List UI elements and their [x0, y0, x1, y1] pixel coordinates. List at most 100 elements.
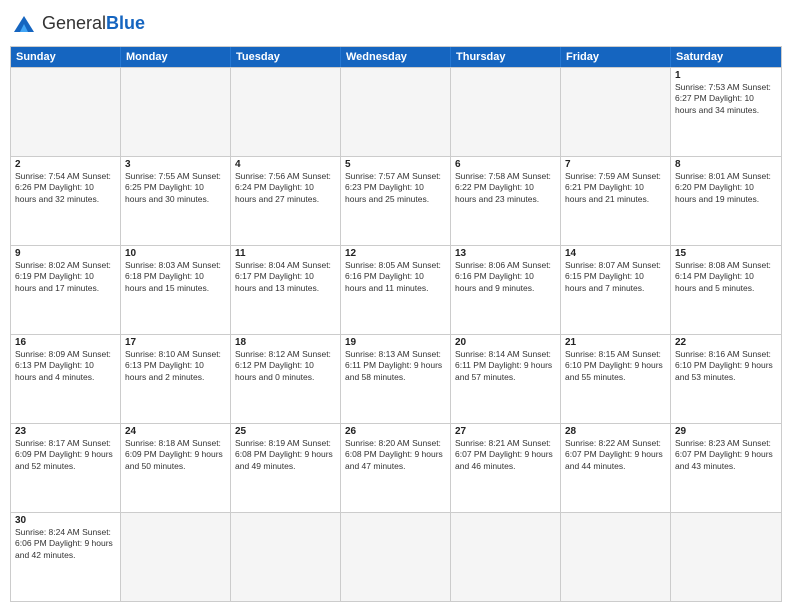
day-number: 27 — [455, 426, 556, 437]
day-number: 10 — [125, 248, 226, 259]
day-info: Sunrise: 8:09 AM Sunset: 6:13 PM Dayligh… — [15, 349, 116, 383]
calendar-row-2: 9Sunrise: 8:02 AM Sunset: 6:19 PM Daylig… — [11, 245, 781, 334]
day-info: Sunrise: 8:13 AM Sunset: 6:11 PM Dayligh… — [345, 349, 446, 383]
day-number: 19 — [345, 337, 446, 348]
calendar-row-4: 23Sunrise: 8:17 AM Sunset: 6:09 PM Dayli… — [11, 423, 781, 512]
calendar-cell: 4Sunrise: 7:56 AM Sunset: 6:24 PM Daylig… — [231, 157, 341, 245]
day-number: 1 — [675, 70, 777, 81]
calendar-cell: 6Sunrise: 7:58 AM Sunset: 6:22 PM Daylig… — [451, 157, 561, 245]
day-info: Sunrise: 8:08 AM Sunset: 6:14 PM Dayligh… — [675, 260, 777, 294]
day-info: Sunrise: 7:55 AM Sunset: 6:25 PM Dayligh… — [125, 171, 226, 205]
calendar-cell: 16Sunrise: 8:09 AM Sunset: 6:13 PM Dayli… — [11, 335, 121, 423]
logo: GeneralBlue — [10, 10, 145, 38]
weekday-header-tuesday: Tuesday — [231, 47, 341, 67]
day-number: 28 — [565, 426, 666, 437]
weekday-header-wednesday: Wednesday — [341, 47, 451, 67]
calendar-cell: 14Sunrise: 8:07 AM Sunset: 6:15 PM Dayli… — [561, 246, 671, 334]
day-info: Sunrise: 8:17 AM Sunset: 6:09 PM Dayligh… — [15, 438, 116, 472]
calendar-cell: 20Sunrise: 8:14 AM Sunset: 6:11 PM Dayli… — [451, 335, 561, 423]
calendar-header: SundayMondayTuesdayWednesdayThursdayFrid… — [11, 47, 781, 67]
day-number: 20 — [455, 337, 556, 348]
calendar-cell — [561, 68, 671, 156]
calendar-cell — [231, 68, 341, 156]
day-number: 24 — [125, 426, 226, 437]
logo-text: GeneralBlue — [42, 14, 145, 34]
day-info: Sunrise: 8:19 AM Sunset: 6:08 PM Dayligh… — [235, 438, 336, 472]
calendar-cell: 11Sunrise: 8:04 AM Sunset: 6:17 PM Dayli… — [231, 246, 341, 334]
weekday-header-thursday: Thursday — [451, 47, 561, 67]
calendar-row-0: 1Sunrise: 7:53 AM Sunset: 6:27 PM Daylig… — [11, 67, 781, 156]
day-info: Sunrise: 8:12 AM Sunset: 6:12 PM Dayligh… — [235, 349, 336, 383]
day-number: 29 — [675, 426, 777, 437]
day-info: Sunrise: 8:16 AM Sunset: 6:10 PM Dayligh… — [675, 349, 777, 383]
day-info: Sunrise: 8:20 AM Sunset: 6:08 PM Dayligh… — [345, 438, 446, 472]
calendar-cell: 29Sunrise: 8:23 AM Sunset: 6:07 PM Dayli… — [671, 424, 781, 512]
logo-blue: Blue — [106, 13, 145, 33]
header: GeneralBlue — [10, 10, 782, 38]
day-number: 17 — [125, 337, 226, 348]
calendar-row-3: 16Sunrise: 8:09 AM Sunset: 6:13 PM Dayli… — [11, 334, 781, 423]
day-number: 25 — [235, 426, 336, 437]
calendar-cell — [121, 68, 231, 156]
day-info: Sunrise: 8:03 AM Sunset: 6:18 PM Dayligh… — [125, 260, 226, 294]
day-info: Sunrise: 8:06 AM Sunset: 6:16 PM Dayligh… — [455, 260, 556, 294]
day-info: Sunrise: 7:56 AM Sunset: 6:24 PM Dayligh… — [235, 171, 336, 205]
calendar-cell: 7Sunrise: 7:59 AM Sunset: 6:21 PM Daylig… — [561, 157, 671, 245]
day-info: Sunrise: 8:07 AM Sunset: 6:15 PM Dayligh… — [565, 260, 666, 294]
calendar-cell: 1Sunrise: 7:53 AM Sunset: 6:27 PM Daylig… — [671, 68, 781, 156]
day-number: 22 — [675, 337, 777, 348]
calendar-cell: 23Sunrise: 8:17 AM Sunset: 6:09 PM Dayli… — [11, 424, 121, 512]
day-number: 26 — [345, 426, 446, 437]
day-number: 11 — [235, 248, 336, 259]
calendar: SundayMondayTuesdayWednesdayThursdayFrid… — [10, 46, 782, 602]
day-info: Sunrise: 8:01 AM Sunset: 6:20 PM Dayligh… — [675, 171, 777, 205]
day-number: 15 — [675, 248, 777, 259]
calendar-cell: 12Sunrise: 8:05 AM Sunset: 6:16 PM Dayli… — [341, 246, 451, 334]
calendar-cell: 25Sunrise: 8:19 AM Sunset: 6:08 PM Dayli… — [231, 424, 341, 512]
day-number: 3 — [125, 159, 226, 170]
day-number: 6 — [455, 159, 556, 170]
weekday-header-friday: Friday — [561, 47, 671, 67]
calendar-cell: 27Sunrise: 8:21 AM Sunset: 6:07 PM Dayli… — [451, 424, 561, 512]
day-number: 9 — [15, 248, 116, 259]
day-info: Sunrise: 8:15 AM Sunset: 6:10 PM Dayligh… — [565, 349, 666, 383]
calendar-cell — [451, 68, 561, 156]
day-info: Sunrise: 8:23 AM Sunset: 6:07 PM Dayligh… — [675, 438, 777, 472]
day-info: Sunrise: 8:04 AM Sunset: 6:17 PM Dayligh… — [235, 260, 336, 294]
day-number: 23 — [15, 426, 116, 437]
day-info: Sunrise: 8:02 AM Sunset: 6:19 PM Dayligh… — [15, 260, 116, 294]
calendar-cell: 30Sunrise: 8:24 AM Sunset: 6:06 PM Dayli… — [11, 513, 121, 601]
calendar-cell: 2Sunrise: 7:54 AM Sunset: 6:26 PM Daylig… — [11, 157, 121, 245]
calendar-cell: 22Sunrise: 8:16 AM Sunset: 6:10 PM Dayli… — [671, 335, 781, 423]
calendar-cell — [11, 68, 121, 156]
day-info: Sunrise: 8:14 AM Sunset: 6:11 PM Dayligh… — [455, 349, 556, 383]
day-number: 21 — [565, 337, 666, 348]
day-info: Sunrise: 8:10 AM Sunset: 6:13 PM Dayligh… — [125, 349, 226, 383]
day-info: Sunrise: 8:18 AM Sunset: 6:09 PM Dayligh… — [125, 438, 226, 472]
day-number: 14 — [565, 248, 666, 259]
day-info: Sunrise: 7:59 AM Sunset: 6:21 PM Dayligh… — [565, 171, 666, 205]
calendar-cell: 21Sunrise: 8:15 AM Sunset: 6:10 PM Dayli… — [561, 335, 671, 423]
calendar-body: 1Sunrise: 7:53 AM Sunset: 6:27 PM Daylig… — [11, 67, 781, 601]
day-info: Sunrise: 7:58 AM Sunset: 6:22 PM Dayligh… — [455, 171, 556, 205]
calendar-cell: 13Sunrise: 8:06 AM Sunset: 6:16 PM Dayli… — [451, 246, 561, 334]
day-info: Sunrise: 7:57 AM Sunset: 6:23 PM Dayligh… — [345, 171, 446, 205]
calendar-cell: 19Sunrise: 8:13 AM Sunset: 6:11 PM Dayli… — [341, 335, 451, 423]
day-number: 4 — [235, 159, 336, 170]
page: GeneralBlue SundayMondayTuesdayWednesday… — [0, 0, 792, 612]
calendar-cell: 28Sunrise: 8:22 AM Sunset: 6:07 PM Dayli… — [561, 424, 671, 512]
day-number: 13 — [455, 248, 556, 259]
logo-icon — [10, 10, 38, 38]
calendar-cell: 9Sunrise: 8:02 AM Sunset: 6:19 PM Daylig… — [11, 246, 121, 334]
day-info: Sunrise: 7:54 AM Sunset: 6:26 PM Dayligh… — [15, 171, 116, 205]
day-info: Sunrise: 8:05 AM Sunset: 6:16 PM Dayligh… — [345, 260, 446, 294]
weekday-header-saturday: Saturday — [671, 47, 781, 67]
calendar-cell: 3Sunrise: 7:55 AM Sunset: 6:25 PM Daylig… — [121, 157, 231, 245]
calendar-cell — [451, 513, 561, 601]
calendar-row-1: 2Sunrise: 7:54 AM Sunset: 6:26 PM Daylig… — [11, 156, 781, 245]
calendar-cell: 24Sunrise: 8:18 AM Sunset: 6:09 PM Dayli… — [121, 424, 231, 512]
day-number: 12 — [345, 248, 446, 259]
calendar-cell — [231, 513, 341, 601]
day-number: 16 — [15, 337, 116, 348]
calendar-cell: 15Sunrise: 8:08 AM Sunset: 6:14 PM Dayli… — [671, 246, 781, 334]
